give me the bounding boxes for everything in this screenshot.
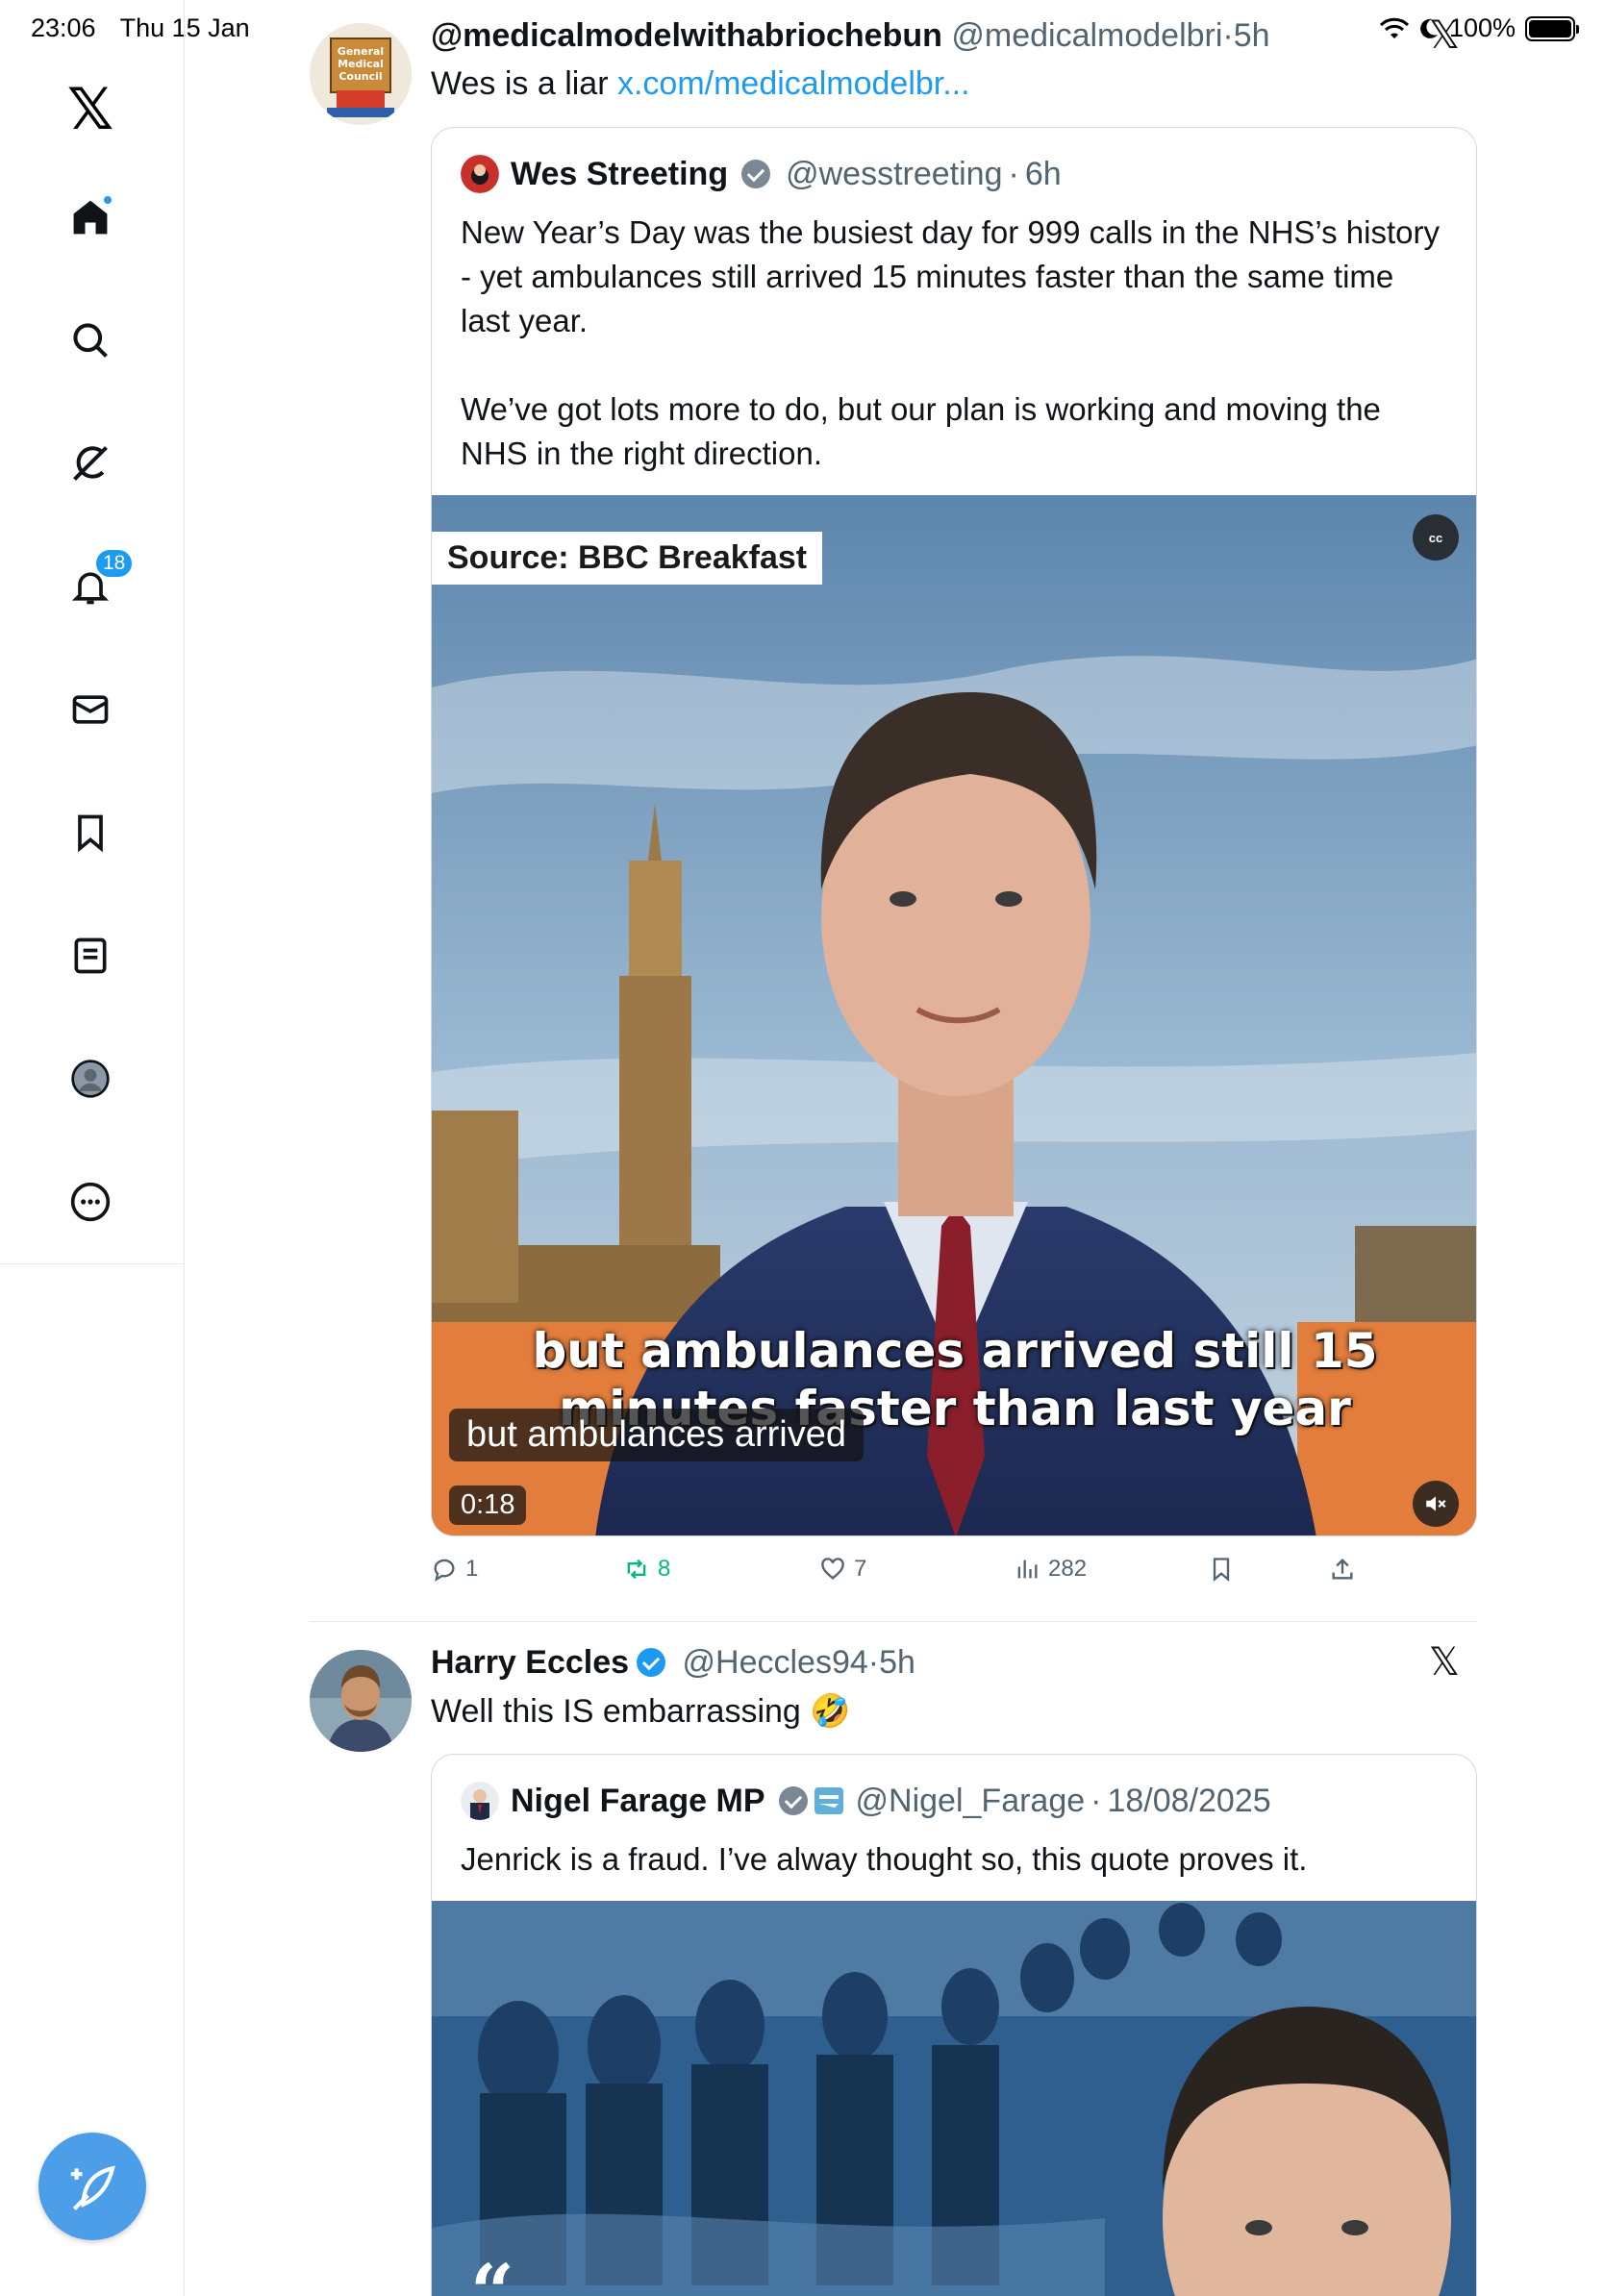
mute-button[interactable] <box>1413 1481 1459 1527</box>
tweet-header: Harry Eccles @Heccles94·5h <box>431 1644 915 1681</box>
verified-badge-icon <box>741 160 771 188</box>
tweet-text: Well this IS embarrassing 🤣 <box>431 1692 851 1731</box>
views-count: 282 <box>1048 1556 1088 1582</box>
home-unread-dot <box>102 194 113 206</box>
sidebar-divider <box>0 1263 185 1264</box>
status-bar-right: 100% <box>1379 13 1579 43</box>
more-icon[interactable] <box>65 1177 115 1227</box>
like-count: 7 <box>854 1556 867 1582</box>
timestamp[interactable]: 5h <box>1234 17 1270 54</box>
heart-icon <box>821 1558 844 1580</box>
mail-icon[interactable] <box>65 685 115 735</box>
tweet-separator <box>310 1621 1477 1622</box>
quote-mark: “ <box>470 2247 514 2296</box>
svg-text:Council: Council <box>338 70 382 83</box>
tweet-link[interactable]: x.com/medicalmodelbr... <box>617 65 970 102</box>
tweet-text: Wes is a liar x.com/medicalmodelbr... <box>431 65 970 103</box>
wifi-icon <box>1379 17 1409 38</box>
grok-icon[interactable] <box>65 438 115 488</box>
x-brand-icon: 𝕏 <box>1428 13 1460 58</box>
quote-timestamp[interactable]: 6h <box>1025 156 1062 193</box>
quote-image[interactable]: “ <box>432 1901 1476 2296</box>
compose-icon <box>70 2165 115 2210</box>
views-icon <box>1017 1560 1038 1579</box>
x-brand-icon: 𝕏 <box>1428 1640 1460 1685</box>
quote-text: New Year’s Day was the busiest day for 9… <box>461 211 1447 476</box>
reply-count: 1 <box>465 1556 479 1582</box>
reply-button[interactable]: 1 <box>431 1556 478 1583</box>
search-icon[interactable] <box>65 315 115 365</box>
notifications-badge: 18 <box>94 548 135 579</box>
tweet-actions: 1 8 7 282 <box>431 1556 1392 1594</box>
share-button[interactable] <box>1329 1556 1356 1583</box>
video-subtitle: but ambulances arrived <box>449 1409 864 1461</box>
tweet-header: @medicalmodelwithabriochebun @medicalmod… <box>431 17 1270 54</box>
repost-count: 8 <box>658 1556 671 1582</box>
video-player[interactable]: Source: BBC Breakfast cc but ambulances … <box>432 495 1476 1535</box>
handle[interactable]: @Heccles94 <box>683 1644 868 1681</box>
home-icon[interactable] <box>65 192 115 242</box>
list-icon[interactable] <box>65 931 115 981</box>
display-name[interactable]: Harry Eccles <box>431 1644 629 1681</box>
quote-display-name[interactable]: Nigel Farage MP <box>511 1783 765 1820</box>
share-icon <box>1332 1559 1353 1580</box>
verified-badge-icon <box>778 1786 808 1815</box>
repost-button[interactable]: 8 <box>623 1556 670 1583</box>
x-logo-icon[interactable]: 𝕏 <box>65 81 115 138</box>
rofl-emoji: 🤣 <box>810 1693 851 1730</box>
bookmark-icon <box>1213 1558 1230 1582</box>
bell-icon[interactable]: 18 <box>65 548 135 611</box>
repost-icon <box>627 1559 646 1580</box>
tweet-text-body: Wes is a liar <box>431 65 617 102</box>
quote-header: Nigel Farage MP @Nigel_Farage · 18/08/2025 <box>461 1782 1271 1820</box>
quote-handle[interactable]: @wesstreeting <box>786 156 1002 193</box>
video-source-label: Source: BBC Breakfast <box>432 532 823 585</box>
muted-speaker-icon <box>1426 1496 1446 1511</box>
gmc-logo-avatar: General Medical Council <box>310 23 412 125</box>
video-duration: 0:18 <box>449 1485 527 1525</box>
quote-text: Jenrick is a fraud. I’ve alway thought s… <box>461 1841 1308 1877</box>
user-photo-avatar <box>310 1650 412 1752</box>
timestamp[interactable]: 5h <box>879 1644 915 1681</box>
bookmark-icon[interactable] <box>65 808 115 858</box>
quote-avatar[interactable] <box>461 1782 499 1820</box>
quote-timestamp[interactable]: 18/08/2025 <box>1107 1783 1270 1820</box>
tweet-text-body: Well this IS embarrassing <box>431 1693 801 1730</box>
affiliation-badge-icon <box>814 1787 843 1814</box>
quote-handle[interactable]: @Nigel_Farage <box>856 1783 1086 1820</box>
profile-icon[interactable] <box>65 1054 115 1104</box>
compose-button[interactable] <box>38 2133 146 2240</box>
verified-badge-icon <box>637 1648 666 1677</box>
svg-text:General: General <box>338 45 384 58</box>
bookmark-button[interactable] <box>1208 1556 1235 1583</box>
quote-avatar[interactable] <box>461 155 499 193</box>
handle[interactable]: @medicalmodelbri <box>951 17 1222 54</box>
display-name[interactable]: @medicalmodelwithabriochebun <box>431 17 942 54</box>
migrants-boat-image: “ <box>432 1901 1476 2296</box>
avatar[interactable] <box>310 1650 412 1752</box>
views-button[interactable]: 282 <box>1014 1556 1087 1583</box>
reply-icon <box>434 1559 455 1582</box>
avatar[interactable]: General Medical Council <box>310 23 412 125</box>
quote-paragraph: We’ve got lots more to do, but our plan … <box>461 391 1381 471</box>
quote-header: Wes Streeting @wesstreeting · 6h <box>461 155 1062 193</box>
like-button[interactable]: 7 <box>819 1556 866 1583</box>
quoted-tweet[interactable]: Nigel Farage MP @Nigel_Farage · 18/08/2025… <box>431 1754 1477 2296</box>
closed-captions-button[interactable]: cc <box>1413 514 1459 561</box>
svg-text:Medical: Medical <box>338 58 384 70</box>
quoted-tweet[interactable]: Wes Streeting @wesstreeting · 6h New Year’… <box>431 127 1477 1536</box>
sidebar: 𝕏 18 <box>0 0 185 2296</box>
quote-paragraph: New Year’s Day was the busiest day for 9… <box>461 214 1441 338</box>
quote-display-name[interactable]: Wes Streeting <box>511 156 728 193</box>
battery-icon <box>1525 15 1579 41</box>
burned-caption-line: but ambulances arrived still 15 <box>532 1323 1378 1379</box>
